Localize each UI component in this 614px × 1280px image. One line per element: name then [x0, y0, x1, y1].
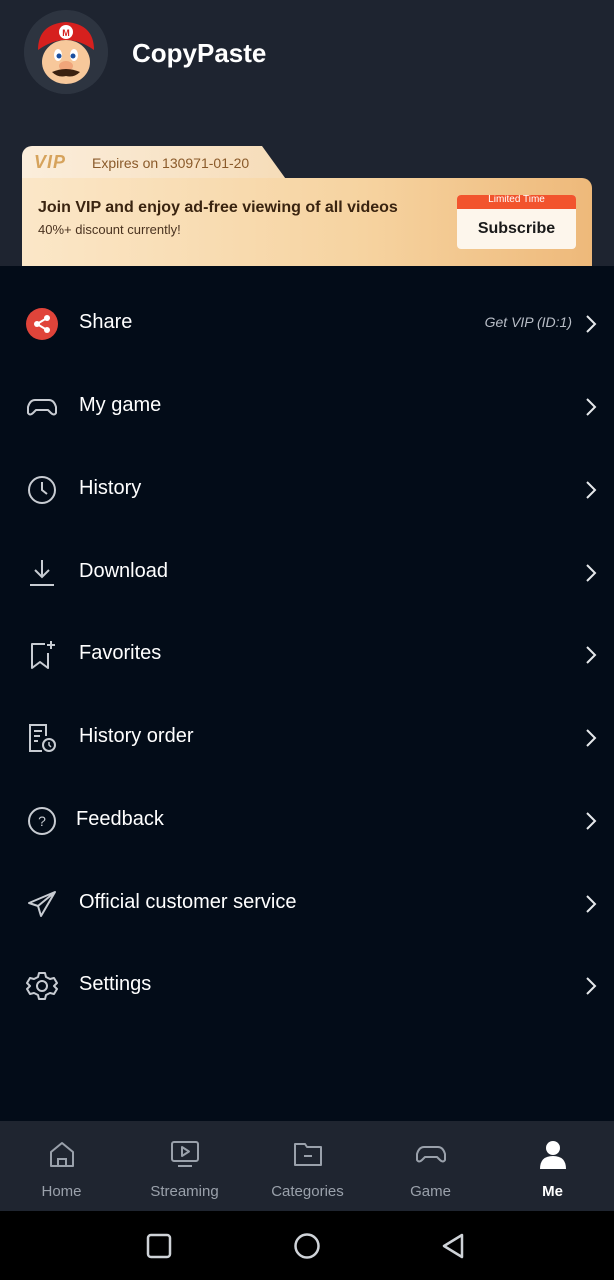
menu-item-history-order[interactable]: History order — [0, 697, 614, 779]
nav-me[interactable]: Me — [491, 1121, 614, 1211]
nav-categories[interactable]: Categories — [246, 1121, 369, 1211]
profile-header: M CopyPaste VIP Expires on 130971-01-20 … — [0, 0, 614, 266]
menu-item-favorites[interactable]: Favorites — [0, 614, 614, 696]
chevron-right-icon — [586, 895, 597, 913]
menu-item-label: History order — [79, 725, 194, 747]
menu-item-label: Download — [79, 560, 168, 582]
chevron-right-icon — [586, 646, 597, 664]
nav-streaming[interactable]: Streaming — [123, 1121, 246, 1211]
clock-icon — [28, 476, 56, 504]
avatar[interactable]: M — [24, 10, 108, 94]
vip-expiry-tab: VIP Expires on 130971-01-20 — [22, 146, 288, 182]
menu-item-feedback[interactable]: ? Feedback — [0, 780, 614, 862]
chevron-right-icon — [586, 977, 597, 995]
vip-promo-card[interactable]: Join VIP and enjoy ad-free viewing of al… — [22, 178, 592, 266]
gear-icon — [26, 972, 58, 1000]
menu-item-customer-service[interactable]: Official customer service — [0, 863, 614, 945]
tv-icon — [171, 1141, 199, 1167]
folder-icon — [294, 1143, 322, 1166]
nav-label: Streaming — [150, 1183, 219, 1200]
limited-time-tag: Limited Time — [457, 195, 576, 209]
gamepad-icon — [416, 1146, 446, 1163]
nav-label: Categories — [271, 1183, 344, 1200]
vip-badge: VIP — [34, 152, 67, 172]
menu-item-label: Favorites — [79, 642, 162, 664]
chevron-right-icon — [586, 398, 597, 416]
nav-label: Home — [41, 1183, 82, 1200]
menu-item-history[interactable]: History — [0, 449, 614, 531]
home-button-icon[interactable] — [293, 1232, 321, 1260]
person-icon — [540, 1141, 566, 1169]
menu-item-share[interactable]: Share Get VIP (ID:1) — [0, 283, 614, 365]
vip-expiry-date: Expires on 130971-01-20 — [92, 155, 250, 171]
recents-button-icon[interactable] — [145, 1232, 173, 1260]
bookmark-add-icon — [31, 641, 55, 669]
chevron-right-icon — [586, 812, 597, 830]
nav-label: Game — [410, 1183, 451, 1200]
get-vip-hint: Get VIP (ID:1) — [484, 314, 572, 330]
subscribe-label: Subscribe — [477, 220, 556, 237]
menu-item-label: Share — [79, 311, 133, 333]
home-icon — [50, 1142, 74, 1167]
username: CopyPaste — [132, 38, 267, 68]
menu-item-label: History — [79, 477, 142, 499]
nav-label: Me — [542, 1183, 563, 1200]
menu-item-label: My game — [79, 394, 162, 416]
svg-text:?: ? — [38, 813, 46, 829]
gamepad-icon — [27, 399, 57, 416]
chevron-right-icon — [586, 481, 597, 499]
vip-promo-title: Join VIP and enjoy ad-free viewing of al… — [38, 199, 398, 216]
paper-plane-icon — [28, 891, 56, 917]
chevron-right-icon — [586, 729, 597, 747]
back-button-icon[interactable] — [439, 1232, 467, 1260]
menu-item-label: Settings — [79, 973, 152, 995]
menu-item-my-game[interactable]: My game — [0, 366, 614, 448]
nav-game[interactable]: Game — [369, 1121, 492, 1211]
question-icon: ? — [28, 807, 56, 835]
subscribe-button[interactable]: Limited Time Subscribe — [457, 195, 576, 249]
system-navigation-bar — [0, 1211, 614, 1280]
chevron-right-icon — [586, 564, 597, 582]
menu-item-label: Feedback — [76, 808, 164, 830]
download-icon — [30, 560, 54, 586]
menu-item-settings[interactable]: Settings — [0, 945, 614, 1027]
bottom-nav: Home Streaming Categories Game Me — [0, 1121, 614, 1211]
mario-avatar-icon: M — [24, 10, 108, 94]
chevron-right-icon — [586, 315, 597, 333]
nav-home[interactable]: Home — [0, 1121, 123, 1211]
order-history-icon — [29, 724, 56, 752]
vip-promo-subtitle: 40%+ discount currently! — [38, 222, 181, 237]
menu-item-label: Official customer service — [79, 891, 297, 913]
svg-text:M: M — [62, 28, 70, 38]
menu-item-download[interactable]: Download — [0, 532, 614, 614]
share-icon — [26, 308, 58, 340]
